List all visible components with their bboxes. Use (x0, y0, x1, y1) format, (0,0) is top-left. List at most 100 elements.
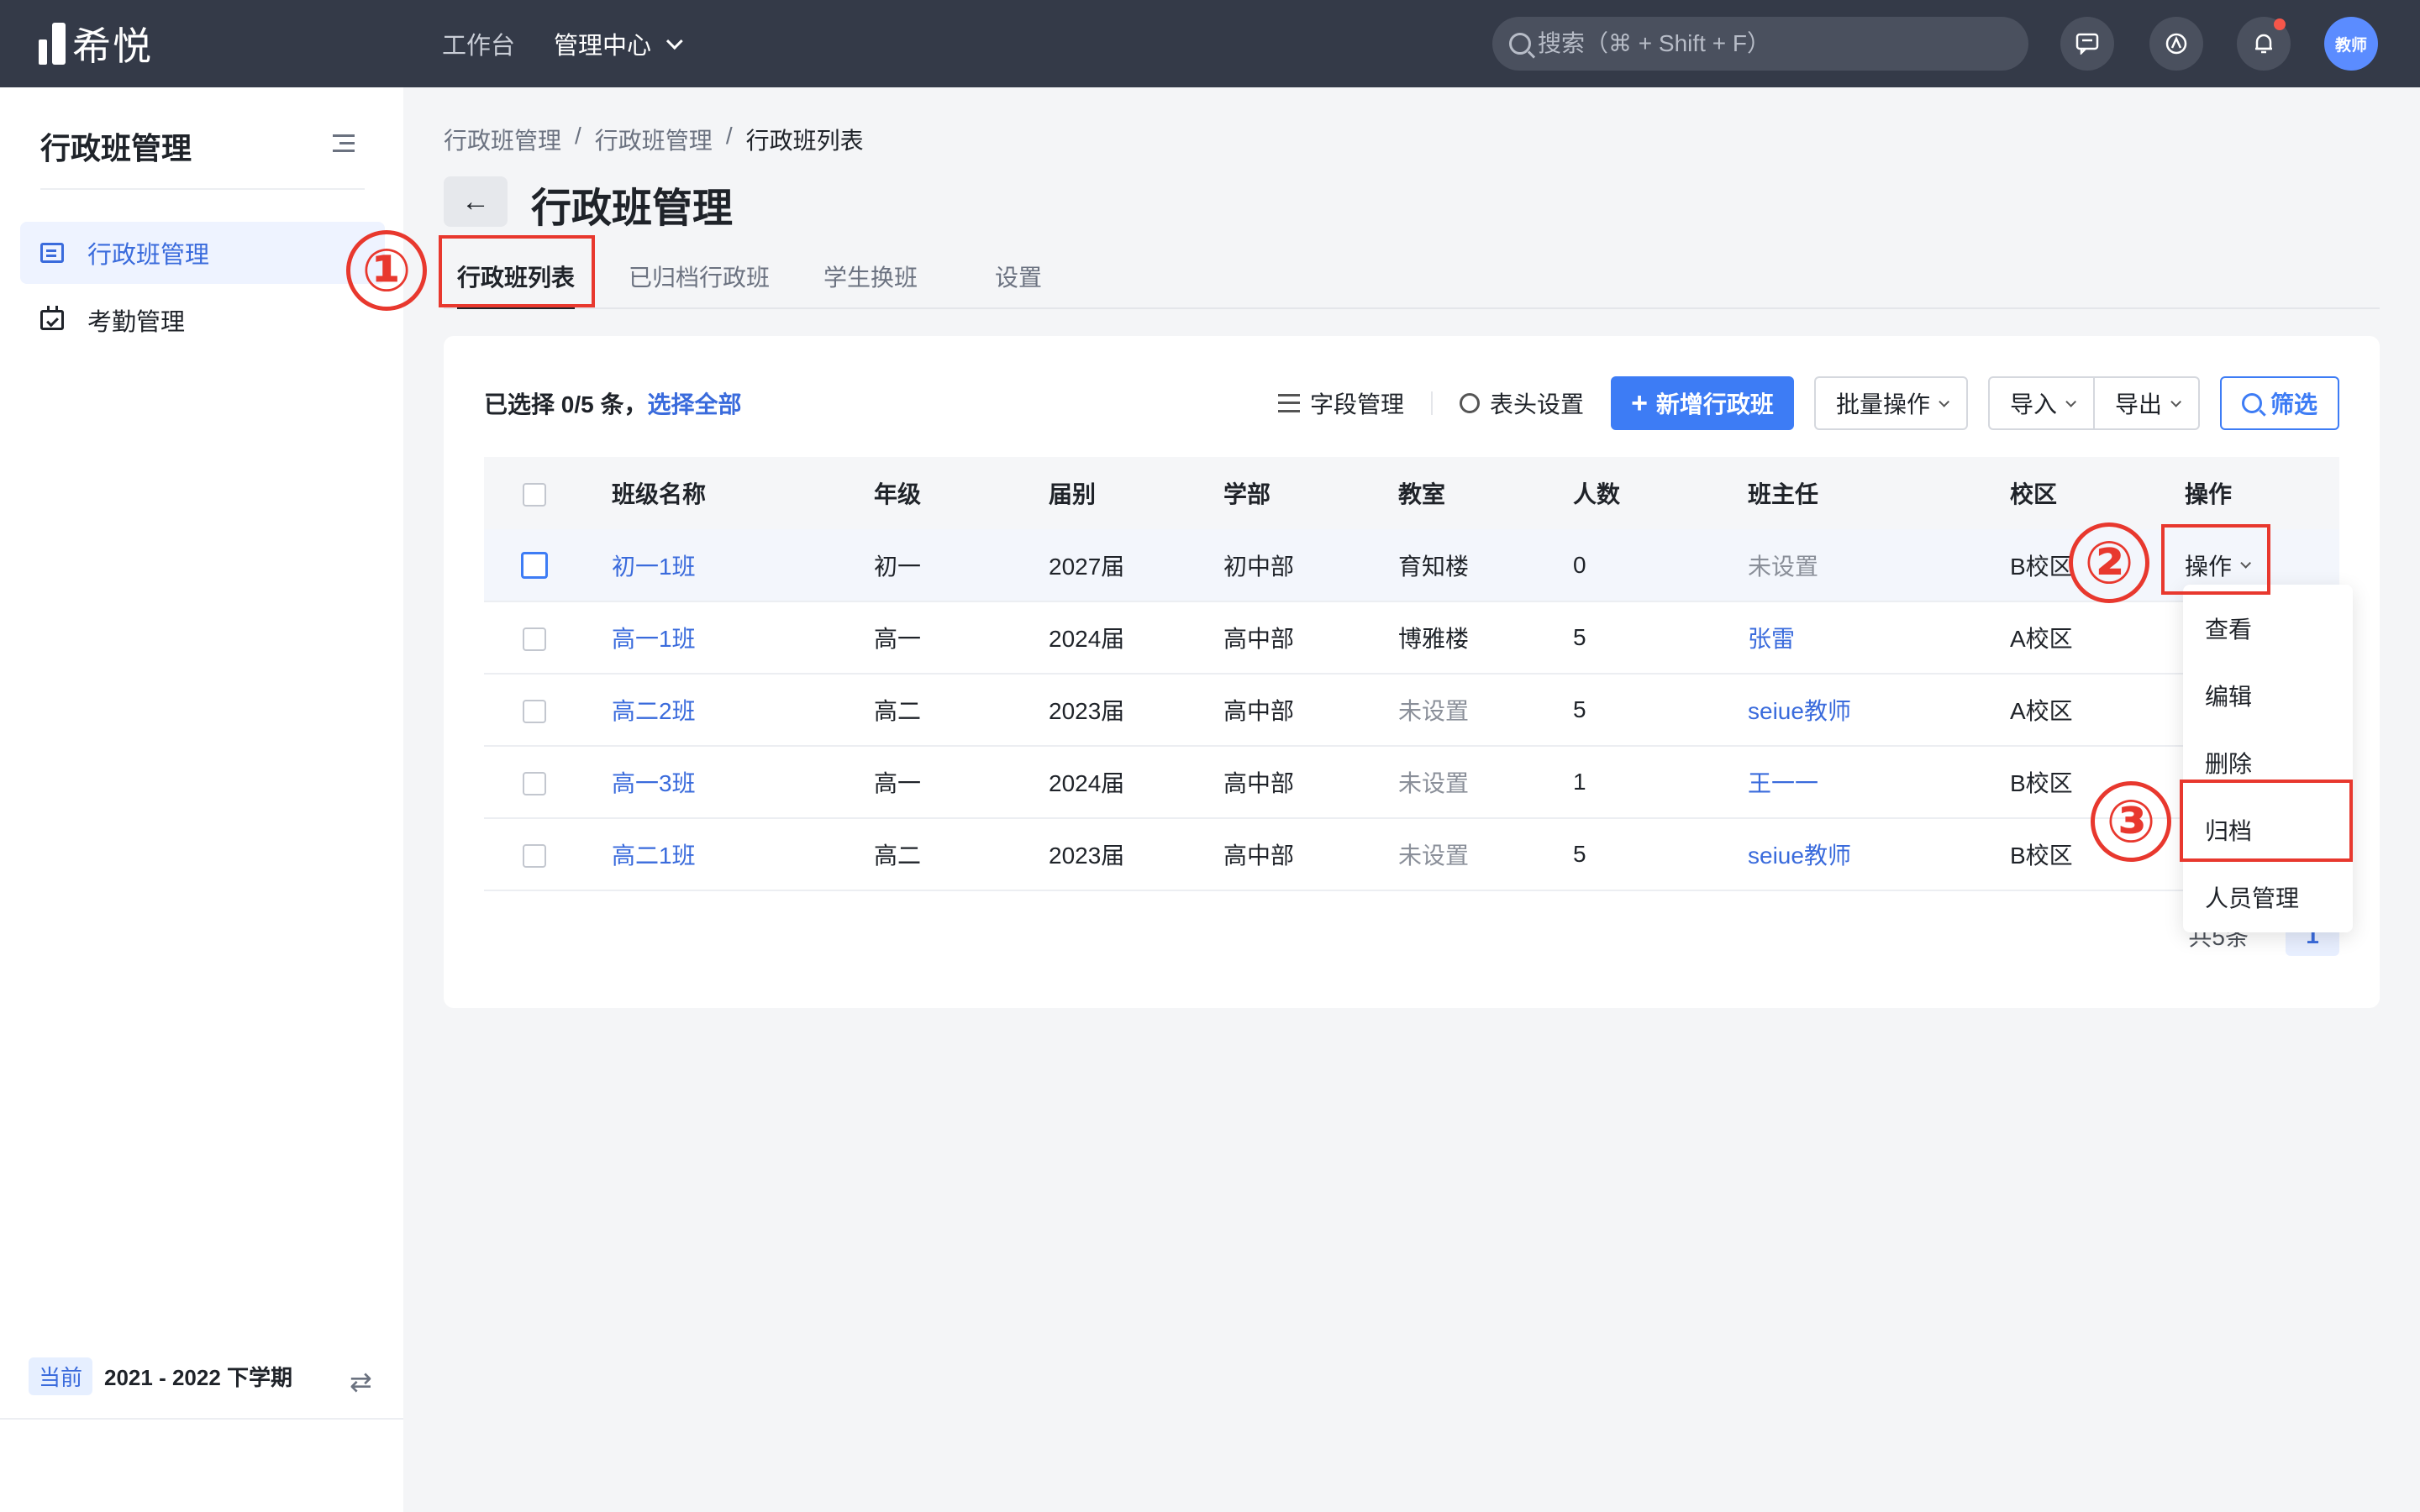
annotation-marker: ③ (2091, 781, 2171, 862)
class-list-card: 已选择 0/5 条，选择全部 字段管理 表头设置 + 新增行政班 批量操作 导入… (444, 336, 2380, 1008)
export-button[interactable]: 导出 (2094, 376, 2200, 430)
class-name-link[interactable]: 高二1班 (612, 818, 874, 891)
header-settings-label: 表头设置 (1490, 391, 1585, 417)
menu-item-member-management[interactable]: 人员管理 (2183, 864, 2353, 931)
row-checkbox-cell (484, 674, 612, 747)
chevron-down-icon (666, 33, 683, 50)
row-checkbox[interactable] (521, 552, 548, 580)
class-name-link[interactable]: 高一3班 (612, 746, 874, 819)
top-nav: 工作台 管理中心 (442, 24, 683, 64)
batch-operations-button[interactable]: 批量操作 (1813, 376, 1968, 430)
breadcrumb-separator: / (725, 123, 733, 149)
term-badge: 当前 (29, 1357, 93, 1395)
breadcrumb-item[interactable]: 行政班管理 (444, 123, 561, 156)
selection-info: 已选择 0/5 条，选择全部 (484, 386, 742, 420)
term-label: 2021 - 2022 下学期 (104, 1365, 293, 1390)
table-row[interactable]: 高二2班 高二 2023届 高中部 未设置 5 seiue教师 A校区 (484, 674, 2339, 747)
table-row[interactable]: 高二1班 高二 2023届 高中部 未设置 5 seiue教师 B校区 (484, 818, 2339, 891)
row-checkbox[interactable] (523, 627, 546, 651)
class-name-link[interactable]: 高一1班 (612, 601, 874, 675)
back-button[interactable]: ← (444, 176, 508, 227)
batch-label: 批量操作 (1835, 391, 1930, 417)
select-all-checkbox[interactable] (523, 482, 546, 507)
menu-item-view[interactable]: 查看 (2183, 595, 2353, 662)
table-cell: 高中部 (1223, 818, 1398, 891)
toolbar: 字段管理 表头设置 + 新增行政班 批量操作 导入 导出 筛选 (1278, 376, 2339, 430)
collapse-sidebar-icon[interactable] (333, 134, 355, 153)
global-search[interactable] (1492, 17, 2028, 71)
table-cell: 5 (1573, 818, 1748, 891)
search-input[interactable] (1538, 30, 2008, 57)
divider (40, 188, 365, 190)
row-checkbox[interactable] (523, 771, 546, 795)
head-teacher-link[interactable]: 张雷 (1748, 601, 2010, 675)
avatar[interactable]: 教师 (2324, 17, 2378, 71)
table-cell: 5 (1573, 601, 1748, 675)
nav-admin-center-label: 管理中心 (554, 33, 652, 60)
logo[interactable]: 希悦 (39, 20, 153, 68)
column-header: 学部 (1223, 457, 1398, 529)
nav-admin-center[interactable]: 管理中心 (554, 26, 683, 61)
table-cell: 高一 (874, 601, 1049, 675)
search-icon (1509, 33, 1531, 55)
import-button[interactable]: 导入 (1987, 376, 2095, 430)
logo-text: 希悦 (72, 24, 153, 68)
column-header: 班级名称 (612, 457, 874, 529)
table-cell: 2024届 (1049, 601, 1223, 675)
tab-settings[interactable]: 设置 (995, 254, 1042, 299)
table-row[interactable]: 高一3班 高一 2024届 高中部 未设置 1 王一一 B校区 (484, 746, 2339, 819)
header-settings-button[interactable]: 表头设置 (1460, 386, 1584, 420)
column-header: 年级 (874, 457, 1049, 529)
row-checkbox-cell (484, 818, 612, 891)
breadcrumb-separator: / (575, 123, 581, 149)
switch-term-icon[interactable]: ⇄ (350, 1366, 372, 1398)
head-teacher-link[interactable]: seiue教师 (1748, 674, 2010, 747)
row-checkbox[interactable] (523, 699, 546, 723)
import-label: 导入 (2009, 391, 2057, 417)
row-checkbox[interactable] (523, 843, 546, 868)
divider (0, 1418, 403, 1420)
bell-icon[interactable] (2237, 17, 2291, 71)
breadcrumb: 行政班管理 / 行政班管理 / 行政班列表 (444, 123, 864, 156)
column-header: 届别 (1049, 457, 1223, 529)
field-management-label: 字段管理 (1310, 391, 1405, 417)
annotation-marker: ① (346, 230, 427, 311)
add-class-button[interactable]: + 新增行政班 (1611, 376, 1794, 430)
table-cell: 2027届 (1049, 529, 1223, 602)
head-teacher-link[interactable]: 王一一 (1748, 746, 2010, 819)
head-teacher-link[interactable]: seiue教师 (1748, 818, 2010, 891)
message-icon[interactable] (2060, 17, 2114, 71)
app-store-icon[interactable] (2149, 17, 2203, 71)
table-cell: 博雅楼 (1398, 601, 1573, 675)
sidebar-item-attendance[interactable]: 考勤管理 (20, 289, 385, 351)
term-selector[interactable]: 当前 2021 - 2022 下学期 (29, 1357, 292, 1395)
row-checkbox-cell (484, 601, 612, 675)
row-actions-dropdown: 查看 编辑 删除 归档 人员管理 (2183, 585, 2353, 932)
class-name-link[interactable]: 高二2班 (612, 674, 874, 747)
column-header: 人数 (1573, 457, 1748, 529)
menu-item-edit[interactable]: 编辑 (2183, 662, 2353, 729)
tab-archived-classes[interactable]: 已归档行政班 (629, 254, 770, 299)
class-name-link[interactable]: 初一1班 (612, 529, 874, 602)
sidebar-item-label: 考勤管理 (87, 309, 186, 336)
tab-student-transfer[interactable]: 学生换班 (823, 254, 918, 299)
annotation-box (439, 235, 595, 307)
table-cell: 未设置 (1398, 818, 1573, 891)
sidebar-item-class-management[interactable]: 行政班管理 (20, 222, 385, 284)
table-cell: 2024届 (1049, 746, 1223, 819)
field-management-button[interactable]: 字段管理 (1278, 386, 1404, 420)
select-all-link[interactable]: 选择全部 (647, 391, 741, 417)
add-class-label: 新增行政班 (1655, 391, 1774, 417)
filter-button[interactable]: 筛选 (2219, 376, 2339, 430)
breadcrumb-item[interactable]: 行政班管理 (595, 123, 713, 156)
table-row[interactable]: 初一1班 初一 2027届 初中部 育知楼 0 未设置 B校区 操作 (484, 529, 2339, 602)
table-cell: 2023届 (1049, 818, 1223, 891)
chevron-down-icon (2065, 396, 2076, 407)
logo-mark (39, 23, 66, 65)
table-row[interactable]: 高一1班 高一 2024届 高中部 博雅楼 5 张雷 A校区 (484, 601, 2339, 675)
nav-workbench[interactable]: 工作台 (442, 26, 515, 61)
table-cell: A校区 (2010, 674, 2185, 747)
header-checkbox-cell (484, 457, 612, 529)
breadcrumb-current: 行政班列表 (745, 128, 864, 154)
table-cell: 高一 (874, 746, 1049, 819)
